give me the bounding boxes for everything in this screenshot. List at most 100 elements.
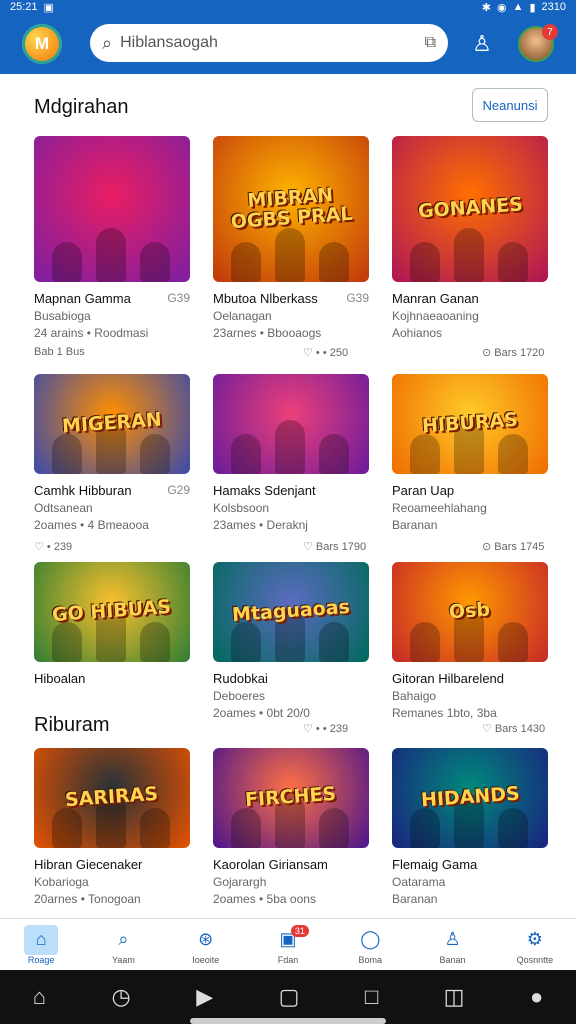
game-title[interactable]: Kaorolan Giriansam <box>213 857 328 872</box>
game-banner-text <box>106 209 118 210</box>
signal-icon: ▲ <box>512 1 524 13</box>
nav-item[interactable]: ⌕ Yaam <box>82 919 164 970</box>
nav-label: Qosnntte <box>516 954 554 965</box>
game-sub: Deboeres <box>213 689 266 703</box>
nav-item[interactable]: ⌂ Roage <box>0 919 82 970</box>
game-card[interactable]: GO HIBUAS Hiboalan <box>34 562 190 689</box>
game-thumbnail[interactable]: GO HIBUAS <box>34 562 190 662</box>
nav-label: Boma <box>358 954 383 965</box>
game-card[interactable]: MIGERAN Camhk Hibburan G29 Odtsanean 2oames … <box>34 374 190 532</box>
nav-item[interactable]: ⊛ Ioeoite <box>165 919 247 970</box>
game-meta: Aohianos <box>392 326 443 340</box>
game-title[interactable]: Paran Uap <box>392 483 454 498</box>
game-card[interactable]: FIRCHES Kaorolan Giriansam Gojarargh 2oames… <box>213 748 369 906</box>
status-bar: 25:21 ▣ ✱ ◉ ▲ ▮ 2310 <box>0 0 576 14</box>
game-stats: ♡ • 239 <box>34 541 73 553</box>
game-thumbnail[interactable] <box>34 136 190 282</box>
nav-item[interactable]: ♙ Banan <box>411 919 493 970</box>
square-icon[interactable]: □ <box>365 984 378 1010</box>
game-card[interactable]: Mtaguaoas Rudobkai Deboeres 2oames • 0bt 20… <box>213 562 369 720</box>
camera-icon[interactable]: ⧉ <box>425 34 436 52</box>
game-title[interactable]: Rudobkai <box>213 671 268 686</box>
game-title-row: Mapnan Gamma G39 <box>34 291 190 306</box>
nav-badge: 31 <box>290 925 309 937</box>
character-figure <box>410 808 440 848</box>
game-title[interactable]: Mbutoa Nlberkass <box>213 291 318 306</box>
game-card[interactable]: Mapnan Gamma G39 Busabioga 24 arains • Rood… <box>34 136 190 340</box>
profile-icon[interactable]: ♙ <box>466 28 498 60</box>
section-title-1: Mdgirahan <box>34 96 129 118</box>
game-meta: Remanes 1bto, 3ba <box>392 706 497 720</box>
game-sub: Bahaigo <box>392 689 437 703</box>
app-header: M ⌕ ⧉ ♙ 7 <box>0 14 576 74</box>
character-figure <box>52 242 82 282</box>
gallery-icon[interactable]: ◫ <box>444 984 465 1010</box>
search-bar[interactable]: ⌕ ⧉ <box>90 24 448 62</box>
system-nav-bar: ⌂ ◷ ▶ ▢ □ ◫ ● <box>0 970 576 1024</box>
nav-item[interactable]: ◯ Boma <box>329 919 411 970</box>
game-sub: Reoameehlahang <box>392 501 487 515</box>
game-card[interactable]: GONANES Manran Ganan Kojhnaeaoaning Aohiano… <box>392 136 548 340</box>
game-thumbnail[interactable]: MIBRAN OGBS PRAL <box>213 136 369 282</box>
game-banner-text: SARIRAS <box>64 782 160 812</box>
nav-icon: ⚙ <box>526 929 543 949</box>
game-title[interactable]: Hamaks Sdenjant <box>213 483 316 498</box>
gesture-handle[interactable] <box>190 1018 386 1024</box>
home-icon[interactable]: ⌂ <box>33 984 46 1010</box>
search-input[interactable] <box>120 34 425 52</box>
avatar[interactable]: 7 <box>518 24 558 62</box>
game-meta: 2oames • 4 Bmeaooa <box>34 518 149 532</box>
game-title[interactable]: Manran Ganan <box>392 291 479 306</box>
character-figure <box>319 622 349 662</box>
character-figure <box>498 242 528 282</box>
game-title[interactable]: Gitoran Hilbarelend <box>392 671 504 686</box>
game-card[interactable]: HIBURAS Paran Uap Reoameehlahang Baranan <box>392 374 548 532</box>
game-thumbnail[interactable] <box>213 374 369 474</box>
game-sub: Gojarargh <box>213 875 267 889</box>
nav-icon: ♙ <box>444 929 461 949</box>
game-card[interactable]: Hamaks Sdenjant Kolsbsoon 23ames • Deraknj <box>213 374 369 532</box>
game-title[interactable]: Mapnan Gamma <box>34 291 131 306</box>
character-figure <box>140 434 170 474</box>
game-card[interactable]: HIDANDS Flemaig Gama Oatarama Baranan <box>392 748 548 906</box>
game-banner-text: GONANES <box>416 193 524 223</box>
game-title[interactable]: Camhk Hibburan <box>34 483 132 498</box>
game-card[interactable]: SARIRAS Hibran Giecenaker Kobarioga 20arnes… <box>34 748 190 906</box>
game-title-row: Kaorolan Giriansam <box>213 857 369 872</box>
game-title[interactable]: Hiboalan <box>34 671 85 686</box>
character-figure <box>231 434 261 474</box>
nav-item[interactable]: ▣ Fdan 31 <box>247 919 329 970</box>
game-sub: Busabioga <box>34 309 91 323</box>
game-thumbnail[interactable]: Mtaguaoas <box>213 562 369 662</box>
game-thumbnail[interactable]: SARIRAS <box>34 748 190 848</box>
game-meta: 23ames • Deraknj <box>213 518 308 532</box>
game-thumbnail[interactable]: FIRCHES <box>213 748 369 848</box>
character-figure <box>52 622 82 662</box>
avatar-badge: 7 <box>542 24 558 40</box>
play-icon[interactable]: ▶ <box>196 984 213 1010</box>
game-thumbnail[interactable]: Osb <box>392 562 548 662</box>
character-figure <box>275 420 305 474</box>
game-thumbnail[interactable]: HIDANDS <box>392 748 548 848</box>
game-thumbnail[interactable]: MIGERAN <box>34 374 190 474</box>
game-card[interactable]: Osb Gitoran Hilbarelend Bahaigo Remanes 1bt… <box>392 562 548 720</box>
game-stats: Bab 1 Bus <box>34 346 85 358</box>
character-figure <box>140 242 170 282</box>
app-logo[interactable]: M <box>22 24 62 64</box>
game-stats: ♡ Bars 1430 <box>482 723 546 735</box>
game-title[interactable]: Flemaig Gama <box>392 857 477 872</box>
nav-item[interactable]: ⚙ Qosnntte <box>494 919 576 970</box>
more-button[interactable]: Neanunsi <box>472 88 548 122</box>
clock-icon[interactable]: ◷ <box>112 984 131 1010</box>
game-thumbnail[interactable]: HIBURAS <box>392 374 548 474</box>
game-thumbnail[interactable]: GONANES <box>392 136 548 282</box>
character-figure <box>410 622 440 662</box>
game-card[interactable]: MIBRAN OGBS PRAL Mbutoa Nlberkass G39 Oelan… <box>213 136 369 340</box>
page-icon[interactable]: ▢ <box>279 984 300 1010</box>
game-title[interactable]: Hibran Giecenaker <box>34 857 142 872</box>
character-figure <box>52 434 82 474</box>
user-icon[interactable]: ● <box>530 984 543 1010</box>
bottom-nav: ⌂ Roage ⌕ Yaam ⊛ Ioeoite ▣ Fdan 31 ◯ Boma ♙ Banan ⚙ Qo… <box>0 918 576 970</box>
character-figure <box>498 808 528 848</box>
game-meta: 2oames • 0bt 20/0 <box>213 706 310 720</box>
